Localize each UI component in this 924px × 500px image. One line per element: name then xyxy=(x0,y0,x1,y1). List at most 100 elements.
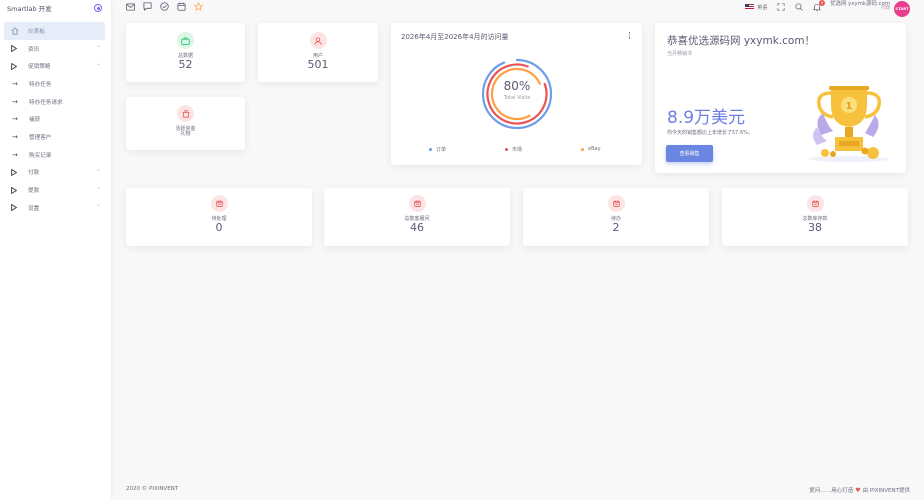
sidebar-item-label: 管理客户 xyxy=(29,134,52,141)
legend-item: 市场 xyxy=(505,146,522,153)
sidebar-item-label: 特办任务请求 xyxy=(29,99,63,106)
visits-percent: 80% xyxy=(503,79,531,93)
arrow-right-icon: → xyxy=(12,97,18,106)
congrats-title: 恭喜优选源码网 yxymk.com！ xyxy=(667,35,816,47)
stat-value: 46 xyxy=(410,221,424,234)
stat-value: 501 xyxy=(307,58,329,71)
triangle-right-icon xyxy=(11,168,21,176)
stat-card-users: 用户 501 xyxy=(258,23,378,82)
home-icon xyxy=(11,27,21,35)
bell-icon[interactable]: 6 xyxy=(812,0,826,12)
footer-credit: 爱问……用心打造 ♥ 由 PIXINVENT提供 xyxy=(809,486,910,495)
chevron-up-icon: ⌃ xyxy=(95,186,101,194)
congrats-note: 你今天的销售额比上年增长了57.6%。 xyxy=(667,130,753,136)
mail-icon[interactable] xyxy=(126,2,135,11)
user-info[interactable]: 优选网 yxymk源码.com 行政 xyxy=(830,1,890,12)
calendar-icon xyxy=(408,195,426,212)
sidebar-toggle-icon[interactable] xyxy=(94,4,102,12)
visits-title: 2026年4月至2026年4月的访问量 xyxy=(401,33,509,41)
top-navbar: 英语 6 优选网 yxymk源码.com 行政 START xyxy=(111,0,924,17)
legend-label: eBay xyxy=(588,146,601,152)
user-icon xyxy=(309,32,327,49)
arrow-right-icon: → xyxy=(12,132,18,141)
footer-credit-suffix: 由 PIXINVENT提供 xyxy=(862,488,910,494)
sidebar-item-settings[interactable]: 设置 ⌃ xyxy=(0,199,111,217)
legend-label: 订单 xyxy=(436,147,447,153)
view-sales-button[interactable]: 查看销售 xyxy=(666,145,713,162)
legend-dot xyxy=(581,147,584,151)
chevron-up-icon: ⌃ xyxy=(95,204,101,212)
footer-credit-prefix: 爱问……用心打造 xyxy=(809,488,854,494)
more-vertical-icon[interactable] xyxy=(628,32,630,39)
triangle-right-icon xyxy=(11,186,21,194)
svg-text:1: 1 xyxy=(846,101,853,112)
stat-value: 0 xyxy=(215,221,223,234)
triangle-right-icon xyxy=(11,45,21,53)
legend-dot xyxy=(429,148,432,151)
arrow-right-icon: → xyxy=(12,79,18,88)
sidebar-item-manage-customers[interactable]: → 管理客户 xyxy=(0,128,111,146)
sidebar-item-promotion[interactable]: 促销策略 ⌃ xyxy=(0,57,111,75)
arrow-right-icon: → xyxy=(12,150,18,159)
visits-card: 2026年4月至2026年4月的访问量 80% Total Visits 订单 … xyxy=(391,23,642,165)
stat-value: 52 xyxy=(178,58,193,71)
user-role: 行政 xyxy=(881,6,890,12)
brand: Smartlab 开发 xyxy=(0,0,111,16)
legend-dot xyxy=(505,148,508,151)
stat-card-active-funds: 活跃资金 礼物 xyxy=(126,97,245,150)
sidebar-item-news[interactable]: 资讯 ⌃ xyxy=(0,40,111,58)
star-icon[interactable] xyxy=(194,2,203,11)
sidebar-item-label: 资讯 xyxy=(28,46,40,53)
sidebar-nav: 仪表板 资讯 ⌃ 促销策略 ⌃ → 特办任务 → 特办任务请求 → 捕获 → 管… xyxy=(0,22,111,217)
stat-card-total-data: 总数据 52 xyxy=(126,23,245,82)
congrats-subtitle: 当月畅销书 xyxy=(667,51,693,57)
triangle-right-icon xyxy=(11,62,21,70)
footer-copyright: 2020 © PIXINVENT xyxy=(126,486,179,492)
chat-icon[interactable] xyxy=(143,2,152,11)
visits-radial-chart xyxy=(481,58,553,130)
navbar-right: 英语 6 优选网 yxymk源码.com 行政 START xyxy=(745,0,910,17)
trophy-icon: 1 xyxy=(809,86,889,162)
briefcase-icon xyxy=(177,32,194,49)
stat-value: 2 xyxy=(612,221,620,234)
congratulations-card: 恭喜优选源码网 yxymk.com！ 当月畅销书 8.9万美元 你今天的销售额比… xyxy=(655,23,906,173)
sidebar-item-withdrawals[interactable]: 提款 ⌃ xyxy=(0,181,111,199)
calendar-icon xyxy=(607,195,625,212)
check-circle-icon[interactable] xyxy=(160,2,169,11)
congrats-amount: 8.9万美元 xyxy=(667,108,746,128)
sidebar-item-special-tasks[interactable]: → 特办任务 xyxy=(0,75,111,93)
sidebar-item-label: 提款 xyxy=(28,188,40,195)
legend-item: eBay xyxy=(581,146,601,152)
sidebar-item-dashboard[interactable]: 仪表板 xyxy=(4,22,105,40)
stat-card-todo: 待办 2 xyxy=(523,188,709,246)
arrow-right-icon: → xyxy=(12,115,18,124)
calendar-icon xyxy=(806,195,824,212)
notification-badge: 6 xyxy=(819,0,826,6)
sidebar-item-payments[interactable]: 付款 ⌃ xyxy=(0,164,111,182)
calendar-icon[interactable] xyxy=(177,2,186,11)
shopping-bag-icon xyxy=(177,105,194,122)
bookmark-icons xyxy=(126,2,203,11)
legend-label: 市场 xyxy=(512,147,523,153)
language-label[interactable]: 英语 xyxy=(757,4,767,11)
sidebar-item-label: 购买记录 xyxy=(29,152,52,159)
sidebar-item-task-requests[interactable]: → 特办任务请求 xyxy=(0,93,111,111)
sidebar-item-capture[interactable]: → 捕获 xyxy=(0,110,111,128)
us-flag-icon[interactable] xyxy=(745,4,755,10)
sidebar-item-purchase-records[interactable]: → 购买记录 xyxy=(0,146,111,164)
sidebar-item-label: 付款 xyxy=(28,170,40,177)
sidebar-item-label: 促销策略 xyxy=(28,64,51,71)
avatar[interactable]: START xyxy=(894,0,910,17)
sidebar-item-label: 特办任务 xyxy=(29,81,52,88)
brand-title[interactable]: Smartlab 开发 xyxy=(7,3,52,13)
visits-caption: Total Visits xyxy=(503,95,531,101)
search-icon[interactable] xyxy=(794,3,803,12)
stat-sub: 礼物 xyxy=(180,131,191,137)
fullscreen-icon[interactable] xyxy=(776,3,785,12)
sidebar: Smartlab 开发 仪表板 资讯 ⌃ 促销策略 ⌃ → 特办任务 → 特办任… xyxy=(0,0,111,500)
heart-icon: ♥ xyxy=(855,486,861,494)
chevron-up-icon: ⌃ xyxy=(95,45,101,53)
stat-card-customer-inquiries: 总数客服问 46 xyxy=(324,188,510,246)
legend-item: 订单 xyxy=(429,146,446,153)
sidebar-item-label: 捕获 xyxy=(29,117,41,124)
